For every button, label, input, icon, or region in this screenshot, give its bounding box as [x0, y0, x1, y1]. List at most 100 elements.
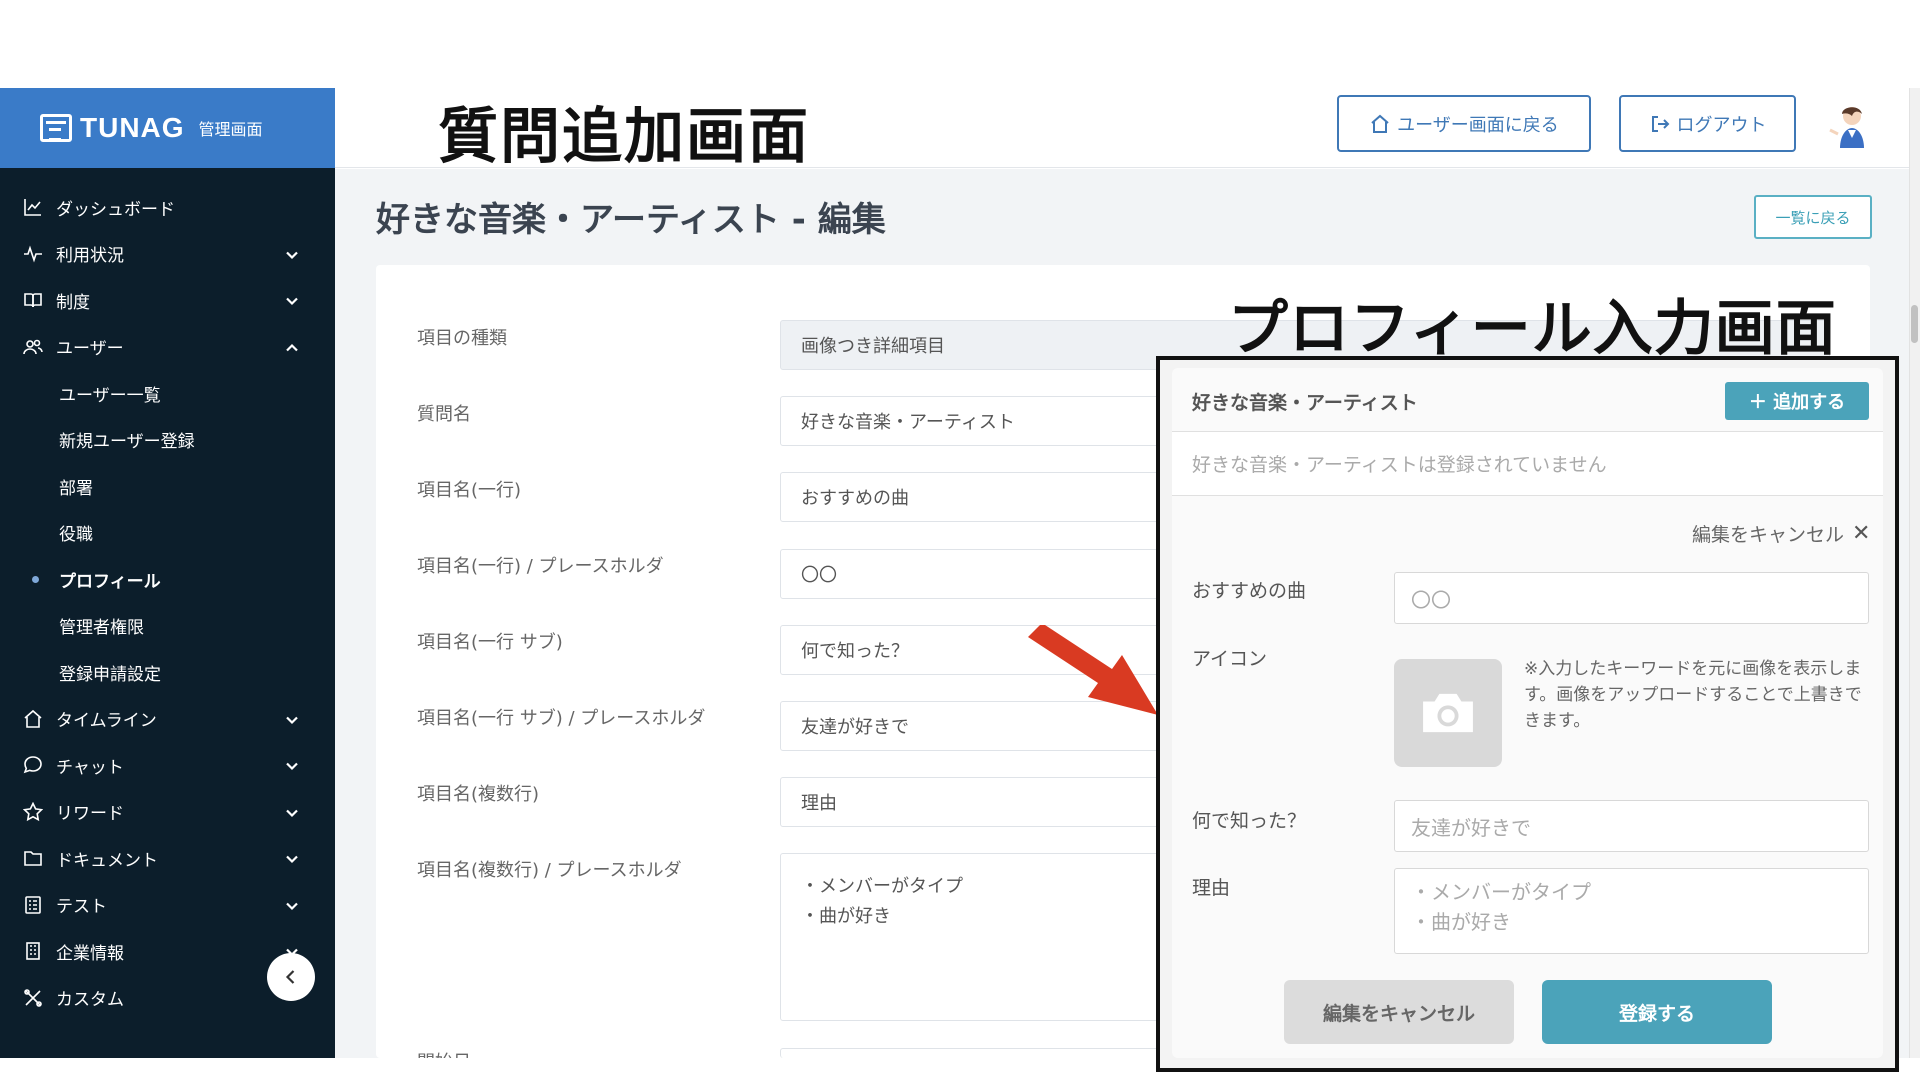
logout-button[interactable]: ログアウト	[1619, 95, 1796, 152]
scrollbar-track[interactable]	[1909, 88, 1920, 1058]
sidebar-item-label: カスタム	[56, 990, 124, 1011]
brand-header[interactable]: TUNAG 管理画面	[0, 88, 335, 168]
song-input[interactable]: 〇〇	[1394, 572, 1869, 624]
chevron-down-icon	[285, 851, 299, 865]
field-label-oneline: 項目名(一行)	[417, 480, 522, 501]
sidebar-item-dashboard[interactable]: ダッシュボード	[0, 184, 335, 231]
sidebar-subitem-department[interactable]: 部署	[0, 463, 335, 510]
camera-icon	[1423, 693, 1473, 733]
sidebar-item-test[interactable]: テスト	[0, 882, 335, 929]
star-icon	[22, 801, 44, 823]
avatar[interactable]	[1822, 100, 1872, 150]
field-label-oneline-placeholder: 項目名(一行) / プレースホルダ	[417, 556, 664, 577]
back-to-list-button[interactable]: 一覧に戻る	[1754, 195, 1872, 239]
back-to-user-screen-label: ユーザー画面に戻る	[1397, 114, 1559, 136]
sidebar-collapse-button[interactable]	[267, 953, 315, 1001]
page-title: 好きな音楽・アーティスト - 編集	[376, 200, 886, 240]
empty-state-text: 好きな音楽・アーティストは登録されていません	[1172, 432, 1883, 496]
chevron-up-icon	[285, 340, 299, 354]
back-to-user-screen-button[interactable]: ユーザー画面に戻る	[1337, 95, 1591, 152]
sidebar-item-label: ダッシュボード	[56, 199, 175, 220]
question-name-input[interactable]: 好きな音楽・アーティスト	[780, 396, 1200, 446]
chevron-down-icon	[285, 805, 299, 819]
logout-icon	[1651, 115, 1669, 132]
home-icon	[1371, 114, 1389, 133]
logout-label: ログアウト	[1676, 114, 1767, 136]
sidebar-subitem-position[interactable]: 役職	[0, 510, 335, 557]
folder-icon	[22, 847, 44, 869]
oneline-placeholder-input[interactable]: 〇〇	[780, 549, 1200, 599]
chat-icon	[22, 754, 44, 776]
chart-icon	[22, 196, 44, 218]
sidebar-subitem-registration-settings[interactable]: 登録申請設定	[0, 649, 335, 696]
profile-section-title: 好きな音楽・アーティスト	[1192, 392, 1418, 414]
profile-card-header: 好きな音楽・アーティスト ＋ 追加する	[1172, 368, 1883, 432]
oneline-name-input[interactable]: おすすめの曲	[780, 472, 1200, 522]
sidebar-item-chat[interactable]: チャット	[0, 742, 335, 789]
reason-textarea[interactable]: ・メンバーがタイプ ・曲が好き	[1394, 868, 1869, 954]
multiline-placeholder-textarea[interactable]: ・メンバーがタイプ ・曲が好き	[780, 853, 1200, 1021]
sidebar-item-label: テスト	[56, 897, 107, 918]
list-icon	[22, 894, 44, 916]
field-label-start-date: 開始日	[417, 1048, 471, 1058]
slide-title: 質問追加画面	[438, 102, 810, 172]
profile-input-panel: 好きな音楽・アーティスト ＋ 追加する 好きな音楽・アーティストは登録されていま…	[1156, 356, 1899, 1072]
textarea-line: ・曲が好き	[801, 906, 891, 927]
chevron-down-icon	[285, 898, 299, 912]
sidebar-item-label: 企業情報	[56, 943, 124, 964]
sidebar-item-label: ドキュメント	[56, 850, 158, 871]
chevron-left-icon	[285, 970, 295, 984]
field-label-multiline-placeholder: 項目名(複数行) / プレースホルダ	[417, 860, 682, 881]
scrollbar-thumb[interactable]	[1911, 305, 1918, 343]
sidebar: TUNAG 管理画面 ダッシュボード 利用状況 制度 ユーザー ユーザー一覧 新…	[0, 88, 335, 1058]
sidebar-item-reward[interactable]: リワード	[0, 789, 335, 836]
brand-name: TUNAG	[80, 112, 185, 143]
chevron-down-icon	[285, 758, 299, 772]
tools-icon	[22, 987, 44, 1009]
start-date-input[interactable]	[780, 1048, 1200, 1058]
chevron-down-icon	[285, 293, 299, 307]
overlay-title: プロフィール入力画面	[1228, 294, 1837, 364]
brand-subtitle: 管理画面	[198, 120, 263, 139]
sidebar-item-timeline[interactable]: タイムライン	[0, 696, 335, 743]
reason-label: 理由	[1192, 877, 1231, 899]
close-icon: ✕	[1852, 521, 1871, 546]
sidebar-item-system[interactable]: 制度	[0, 277, 335, 324]
add-button[interactable]: ＋ 追加する	[1725, 382, 1869, 420]
cancel-edit-button[interactable]: 編集をキャンセル	[1284, 980, 1514, 1044]
sidebar-item-document[interactable]: ドキュメント	[0, 835, 335, 882]
sidebar-item-users[interactable]: ユーザー	[0, 324, 335, 371]
cancel-edit-link-label: 編集をキャンセル	[1692, 524, 1845, 546]
textarea-line: ・メンバーがタイプ	[1411, 880, 1591, 904]
icon-note: ※入力したキーワードを元に画像を表示します。画像をアップロードすることで上書きで…	[1524, 659, 1862, 731]
users-icon	[22, 336, 44, 358]
field-label-type: 項目の種類	[417, 328, 507, 349]
multiline-name-input[interactable]: 理由	[780, 777, 1200, 827]
sidebar-item-usage[interactable]: 利用状況	[0, 231, 335, 278]
textarea-line: ・曲が好き	[1411, 910, 1511, 934]
how-label: 何で知った？	[1192, 810, 1307, 832]
sidebar-item-label: 制度	[56, 292, 90, 313]
sidebar-subitem-admin-permission[interactable]: 管理者権限	[0, 603, 335, 650]
chevron-down-icon	[285, 247, 299, 261]
field-label-multiline: 項目名(複数行)	[417, 784, 540, 805]
register-button[interactable]: 登録する	[1542, 980, 1772, 1044]
book-icon	[22, 289, 44, 311]
song-label: おすすめの曲	[1192, 580, 1307, 602]
image-upload[interactable]	[1394, 659, 1502, 767]
sidebar-item-label: タイムライン	[56, 711, 157, 732]
sidebar-subitem-profile[interactable]: プロフィール	[0, 556, 335, 603]
sidebar-subitem-new-user[interactable]: 新規ユーザー登録	[0, 417, 335, 464]
cancel-edit-link[interactable]: 編集をキャンセル ✕	[1692, 520, 1870, 547]
building-icon	[22, 940, 44, 962]
profile-card: 好きな音楽・アーティスト ＋ 追加する 好きな音楽・アーティストは登録されていま…	[1172, 368, 1883, 1058]
field-label-oneline-sub: 項目名(一行 サブ)	[417, 632, 563, 653]
how-input[interactable]: 友達が好きで	[1394, 800, 1869, 852]
sidebar-subitem-user-list[interactable]: ユーザー一覧	[0, 370, 335, 417]
home-icon	[22, 708, 44, 730]
sidebar-nav: ダッシュボード 利用状況 制度 ユーザー ユーザー一覧 新規ユーザー登録 部署 …	[0, 168, 335, 1021]
field-label-question: 質問名	[417, 404, 471, 425]
activity-icon	[22, 243, 44, 265]
sidebar-item-label: 利用状況	[56, 246, 124, 267]
sidebar-item-label: ユーザー	[56, 339, 124, 360]
